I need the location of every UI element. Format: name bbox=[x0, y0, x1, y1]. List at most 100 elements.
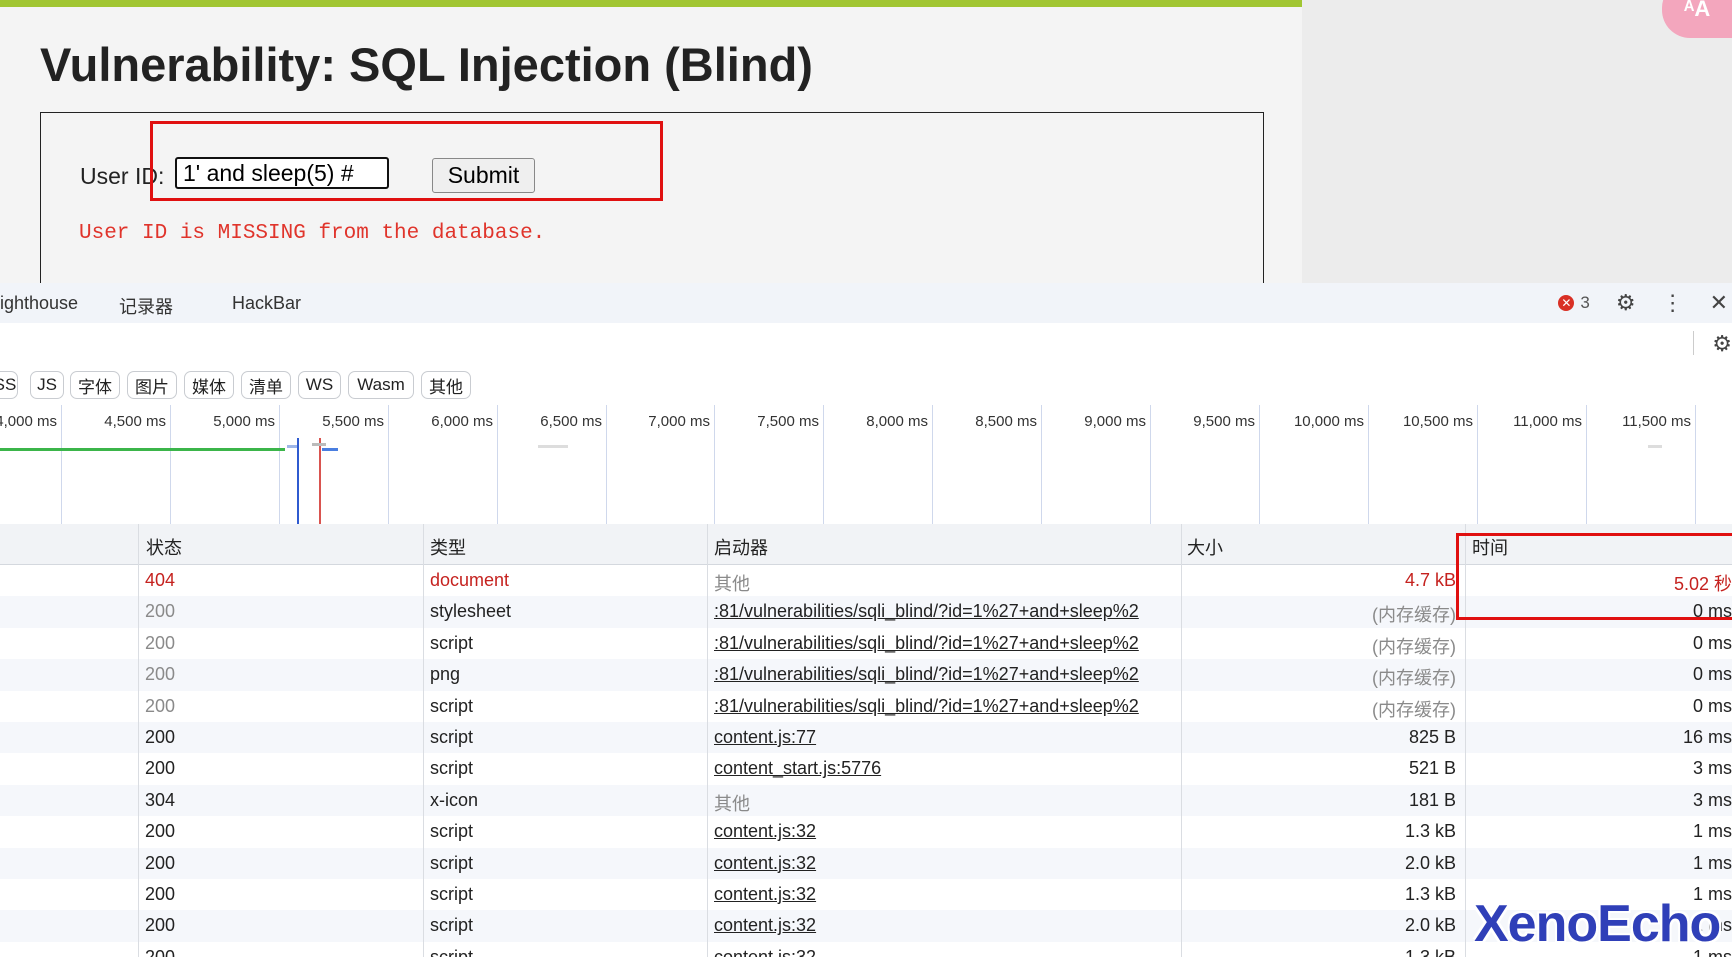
row-initiator[interactable]: content.js:32 bbox=[714, 853, 1180, 874]
row-initiator[interactable]: content_start.js:5776 bbox=[714, 758, 1180, 779]
row-size: 2.0 kB bbox=[1404, 915, 1456, 936]
timeline-tick-label: 8,500 ms bbox=[975, 413, 1037, 430]
row-initiator[interactable]: :81/vulnerabilities/sqli_blind/?id=1%27+… bbox=[714, 664, 1180, 685]
tab-recorder[interactable]: 记录器 bbox=[119, 293, 173, 319]
toolbar-divider bbox=[1693, 331, 1694, 355]
timeline-gridline bbox=[1041, 405, 1042, 524]
row-size: 1.3 kB bbox=[1404, 884, 1456, 904]
row-status: 200 bbox=[145, 915, 176, 936]
row-status: 200 bbox=[145, 695, 176, 716]
column-divider bbox=[707, 524, 708, 957]
row-time: 0 ms bbox=[1692, 695, 1732, 716]
result-message: User ID is MISSING from the database. bbox=[79, 222, 546, 245]
filter-manifest[interactable]: 清单 bbox=[241, 371, 291, 399]
filter-image[interactable]: 图片 bbox=[127, 371, 177, 399]
table-row[interactable]: 200 script:81/vulnerabilities/sqli_blind/… bbox=[0, 628, 1732, 659]
row-type: script bbox=[430, 758, 474, 779]
input-highlight-box bbox=[150, 121, 663, 201]
watermark: XenoEcho bbox=[1474, 895, 1721, 953]
row-status: 200 bbox=[145, 884, 176, 904]
table-row[interactable]: 200 script content.js:77 825 B 16 ms bbox=[0, 722, 1732, 754]
network-timeline[interactable]: 4,000 ms 4,500 ms 5,000 ms 5,500 ms 6,000 ms… bbox=[0, 405, 1732, 525]
timeline-bar bbox=[287, 445, 297, 448]
filter-css[interactable]: SS bbox=[0, 371, 18, 399]
row-size: (内存缓存) bbox=[1372, 636, 1456, 657]
row-initiator[interactable]: content.js:32 bbox=[714, 947, 1180, 957]
table-row[interactable]: 200 script content.js:32 2.0 kB 1 ms bbox=[0, 847, 1732, 879]
row-status: 200 bbox=[145, 946, 176, 957]
timeline-tick-label: 10,000 ms bbox=[1293, 413, 1364, 430]
tab-lighthouse[interactable]: ighthouse bbox=[0, 293, 78, 314]
timeline-gridline bbox=[170, 405, 171, 524]
column-type[interactable]: 类型 bbox=[430, 534, 466, 560]
row-status: 200 bbox=[145, 758, 176, 779]
translate-icon[interactable]: ᴬA bbox=[1662, 0, 1732, 38]
page-title: Vulnerability: SQL Injection (Blind) bbox=[40, 38, 813, 91]
table-row[interactable]: 200 script content_start.js:5776 521 B 3 ms bbox=[0, 753, 1732, 784]
table-row[interactable]: 200 script content.js:32 2.0 kB 1 ms bbox=[0, 910, 1732, 942]
devtools-tab-bar: ighthouse 记录器 HackBar ✕ 3 ⚙ ⋮ ✕ bbox=[0, 283, 1732, 324]
settings-gear-icon[interactable]: ⚙ bbox=[1616, 290, 1636, 316]
row-status: 200 bbox=[145, 601, 176, 622]
row-initiator[interactable]: :81/vulnerabilities/sqli_blind/?id=1%27+… bbox=[714, 696, 1180, 717]
table-row[interactable]: 200 png:81/vulnerabilities/sqli_blind/?id… bbox=[0, 659, 1732, 691]
row-initiator[interactable]: content.js:32 bbox=[714, 884, 1180, 905]
column-size[interactable]: 大小 bbox=[1187, 534, 1223, 560]
row-initiator[interactable]: :81/vulnerabilities/sqli_blind/?id=1%27+… bbox=[714, 633, 1180, 654]
table-row[interactable]: 200 script:81/vulnerabilities/sqli_blind/… bbox=[0, 691, 1732, 722]
row-time: 0 ms bbox=[1692, 664, 1732, 685]
row-time: 1 ms bbox=[1692, 852, 1732, 873]
timeline-tick-label: 9,000 ms bbox=[1084, 413, 1146, 430]
error-badge[interactable]: ✕ 3 bbox=[1558, 293, 1590, 313]
table-row[interactable]: 200 script content.js:32 1.3 kB 1 ms bbox=[0, 942, 1732, 957]
timeline-bar bbox=[538, 445, 568, 448]
timeline-tick-label: 8,000 ms bbox=[866, 413, 928, 430]
row-initiator[interactable]: content.js:32 bbox=[714, 821, 1180, 842]
timeline-gridline bbox=[388, 405, 389, 524]
row-initiator[interactable]: :81/vulnerabilities/sqli_blind/?id=1%27+… bbox=[714, 601, 1180, 622]
timeline-gridline bbox=[1259, 405, 1260, 524]
row-initiator[interactable]: content.js:32 bbox=[714, 915, 1180, 936]
network-settings-gear-icon[interactable]: ⚙ bbox=[1712, 331, 1732, 357]
row-time: 3 ms bbox=[1692, 758, 1732, 779]
row-initiator: 其他 bbox=[714, 574, 750, 594]
filter-other[interactable]: 其他 bbox=[421, 371, 471, 399]
row-type: png bbox=[430, 664, 461, 685]
row-initiator[interactable]: content.js:77 bbox=[714, 727, 1180, 748]
error-count: 3 bbox=[1580, 293, 1590, 312]
filter-wasm[interactable]: Wasm bbox=[348, 371, 414, 399]
column-divider bbox=[138, 524, 139, 957]
timeline-dom-loaded-line bbox=[297, 438, 299, 524]
column-status[interactable]: 状态 bbox=[146, 534, 182, 560]
timeline-tick-label: 7,000 ms bbox=[648, 413, 710, 430]
timeline-tick-label: 9,500 ms bbox=[1193, 413, 1255, 430]
timeline-tick-label: 11,000 ms bbox=[1513, 413, 1582, 430]
timeline-gridline bbox=[1368, 405, 1369, 524]
close-icon[interactable]: ✕ bbox=[1710, 290, 1728, 316]
timeline-bar bbox=[1648, 445, 1662, 448]
error-icon: ✕ bbox=[1558, 295, 1575, 311]
filter-font[interactable]: 字体 bbox=[70, 371, 120, 399]
row-time: 1 ms bbox=[1692, 821, 1732, 842]
devtools-panel: ighthouse 记录器 HackBar ✕ 3 ⚙ ⋮ ✕ ⚙ SS JS … bbox=[0, 283, 1732, 957]
filter-media[interactable]: 媒体 bbox=[184, 371, 234, 399]
filter-ws[interactable]: WS bbox=[298, 371, 341, 399]
filter-js[interactable]: JS bbox=[30, 371, 64, 399]
tab-hackbar[interactable]: HackBar bbox=[232, 293, 301, 314]
table-row[interactable]: 200 script content.js:32 1.3 kB 1 ms bbox=[0, 816, 1732, 847]
row-type: stylesheet bbox=[430, 601, 512, 622]
table-row[interactable]: 304 x-icon 其他 181 B 3 ms bbox=[0, 784, 1732, 817]
row-type: script bbox=[430, 727, 474, 747]
timeline-gridline bbox=[932, 405, 933, 524]
resource-type-filter-row: SS JS 字体 图片 媒体 清单 WS Wasm 其他 bbox=[0, 363, 1732, 406]
more-options-icon[interactable]: ⋮ bbox=[1662, 290, 1684, 316]
row-size: (内存缓存) bbox=[1372, 668, 1456, 689]
table-row[interactable]: 200 script content.js:32 1.3 kB 1 ms bbox=[0, 879, 1732, 910]
row-time: 0 ms bbox=[1692, 632, 1732, 653]
row-status: 200 bbox=[145, 821, 176, 842]
row-size: (内存缓存) bbox=[1372, 605, 1456, 626]
timeline-tick-label: 5,500 ms bbox=[322, 413, 384, 430]
row-status: 200 bbox=[145, 727, 176, 747]
column-initiator[interactable]: 启动器 bbox=[714, 534, 768, 560]
timeline-gridline bbox=[279, 405, 280, 524]
